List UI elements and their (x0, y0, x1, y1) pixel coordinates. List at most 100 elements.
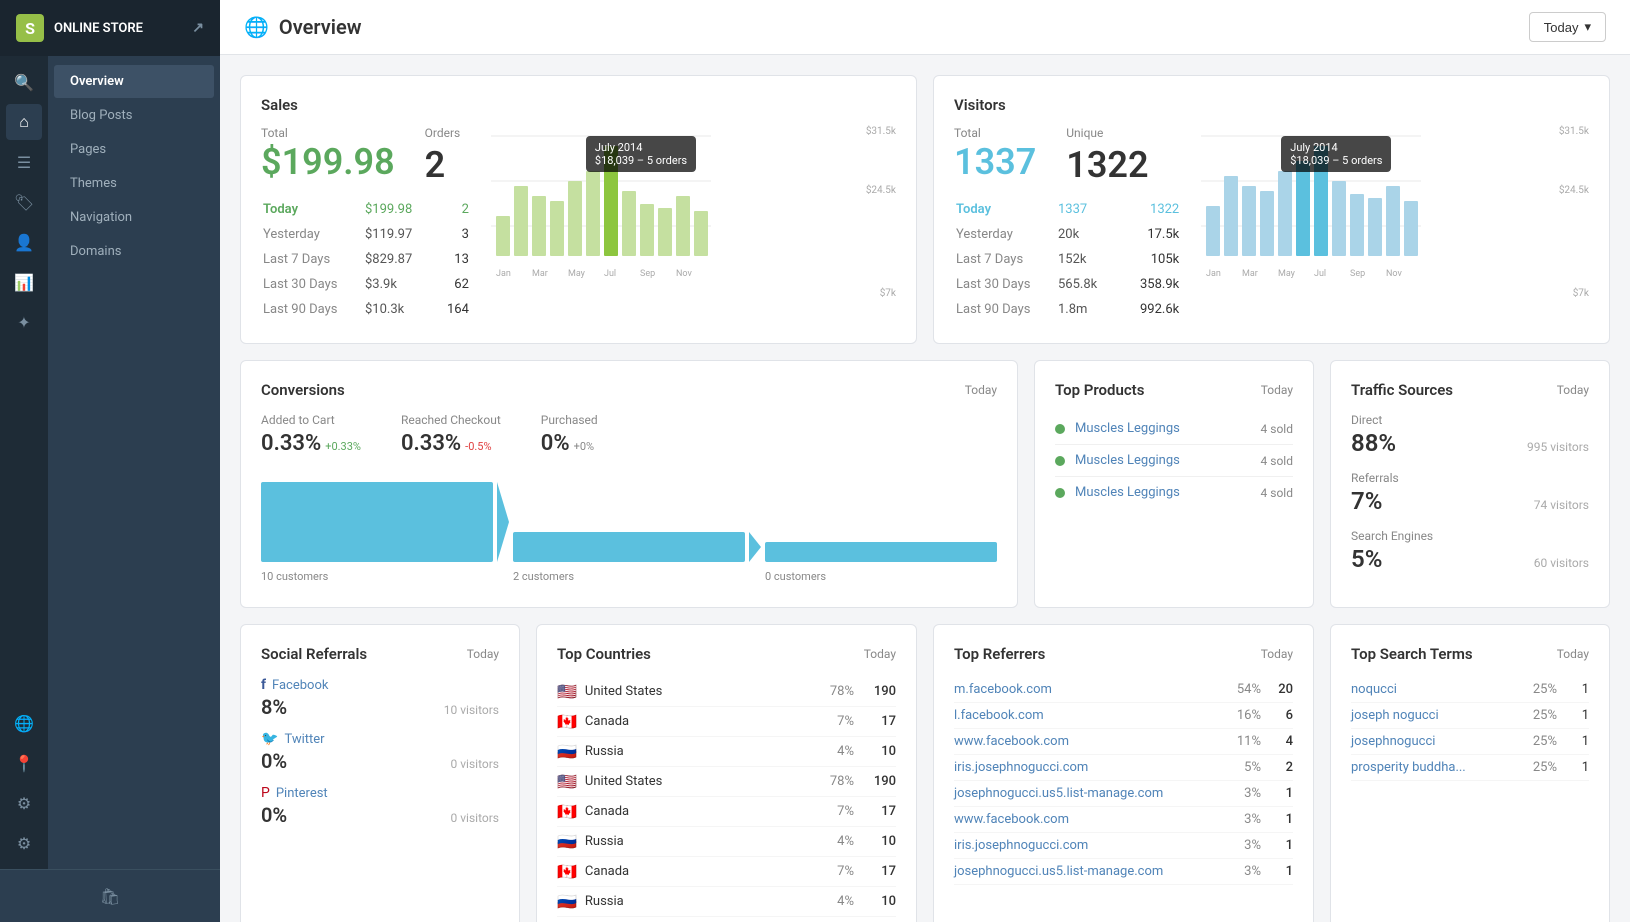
sales-table: Today $199.98 2 Yesterday $119.97 3 Last… (261, 196, 471, 323)
sales-total-30days: $3.9k (365, 273, 445, 296)
traffic-title: Traffic Sources (1351, 381, 1453, 399)
referrer-count-7: 1 (1273, 864, 1293, 879)
analytics-icon[interactable]: 📊 (6, 264, 42, 300)
customers-icon[interactable]: 👤 (6, 224, 42, 260)
sales-stats: Total $199.98 Orders 2 Today $199. (261, 126, 471, 323)
svg-text:Jan: Jan (1206, 269, 1221, 279)
pinterest-icon: P (261, 785, 270, 801)
today-sales-total: $199.98 (261, 144, 395, 180)
referrer-name-4[interactable]: josephnogucci.us5.list-manage.com (954, 786, 1221, 801)
referrer-count-5: 1 (1273, 812, 1293, 827)
countries-list: 🇺🇸 United States 78% 190 🇨🇦 Canada 7% 17… (557, 677, 896, 917)
facebook-icon: f (261, 677, 266, 693)
sidebar-item-navigation[interactable]: Navigation (54, 201, 214, 234)
sidebar-item-pages[interactable]: Pages (54, 133, 214, 166)
sidebar-icon-rail: 🔍 ⌂ ☰ 🏷 👤 📊 ✦ 🌐 📍 ⚙ ⚙ (0, 56, 48, 869)
sidebar-item-blog-posts[interactable]: Blog Posts (54, 99, 214, 132)
referrer-name-6[interactable]: iris.josephnogucci.com (954, 838, 1221, 853)
star-icon[interactable]: ✦ (6, 304, 42, 340)
country-row-3: 🇺🇸 United States 78% 190 (557, 767, 896, 797)
country-name-7: Russia (585, 894, 814, 909)
sales-total-7days: $829.87 (365, 248, 445, 271)
sidebar-item-overview[interactable]: Overview (54, 65, 214, 98)
settings-icon[interactable]: ⚙ (6, 825, 42, 861)
sales-label-yesterday: Yesterday (263, 223, 363, 246)
social-twitter-name[interactable]: Twitter (284, 732, 324, 747)
home-icon[interactable]: ⌂ (6, 104, 42, 140)
globe-sidebar-icon[interactable]: 🌐 (6, 705, 42, 741)
conv-change-cart: +0.33% (325, 440, 361, 453)
country-row-2: 🇷🇺 Russia 4% 10 (557, 737, 896, 767)
social-facebook-visitors: 10 visitors (444, 703, 499, 717)
visitors-chart-y-max: $31.5k (1559, 126, 1589, 137)
referrer-row-6: iris.josephnogucci.com 3% 1 (954, 833, 1293, 859)
visitors-total-yesterday: 20k (1058, 223, 1138, 246)
funnel-bar-2 (513, 532, 745, 562)
visitors-unique-30days: 358.9k (1140, 273, 1179, 296)
product-name-1[interactable]: Muscles Leggings (1075, 453, 1261, 468)
country-row-4: 🇨🇦 Canada 7% 17 (557, 797, 896, 827)
visitors-total-7days: 152k (1058, 248, 1138, 271)
visitors-content: Total 1337 Unique 1322 Today 1337 (954, 126, 1589, 323)
sales-row-yesterday: Yesterday $119.97 3 (263, 223, 469, 246)
referrers-period: Today (1261, 647, 1293, 661)
svg-text:Mar: Mar (532, 269, 548, 279)
sidebar-item-themes[interactable]: Themes (54, 167, 214, 200)
visitors-row-yesterday: Yesterday 20k 17.5k (956, 223, 1179, 246)
search-terms-list: noqucci 25% 1 joseph nogucci 25% 1 josep… (1351, 677, 1589, 781)
product-dot-1 (1055, 456, 1065, 466)
referrers-list: m.facebook.com 54% 20 l.facebook.com 16%… (954, 677, 1293, 885)
tag-icon[interactable]: 🏷 (6, 184, 42, 220)
search-terms-title: Top Search Terms (1351, 645, 1473, 663)
search-term-3[interactable]: prosperity buddha... (1351, 760, 1517, 775)
sales-tooltip-month: July 2014 (595, 141, 687, 154)
visitors-chart-y-mid: $24.5k (1559, 185, 1589, 196)
sidebar-main: 🔍 ⌂ ☰ 🏷 👤 📊 ✦ 🌐 📍 ⚙ ⚙ Overview Blog Post… (0, 56, 220, 869)
referrer-name-0[interactable]: m.facebook.com (954, 682, 1221, 697)
sales-row-7days: Last 7 Days $829.87 13 (263, 248, 469, 271)
country-name-3: United States (585, 774, 814, 789)
sidebar-item-domains[interactable]: Domains (54, 235, 214, 268)
referrer-pct-6: 3% (1221, 838, 1261, 853)
traffic-pct-search: 5% (1351, 545, 1382, 573)
visitors-chart-tooltip: July 2014 $18,039 – 5 orders (1281, 136, 1391, 172)
sales-orders-7days: 13 (447, 248, 469, 271)
location-icon[interactable]: 📍 (6, 745, 42, 781)
referrer-name-1[interactable]: l.facebook.com (954, 708, 1221, 723)
search-icon[interactable]: 🔍 (6, 64, 42, 100)
referrer-name-5[interactable]: www.facebook.com (954, 812, 1221, 827)
product-name-2[interactable]: Muscles Leggings (1075, 485, 1261, 500)
top-products-list: Muscles Leggings 4 sold Muscles Leggings… (1055, 413, 1293, 508)
referrer-count-3: 2 (1273, 760, 1293, 775)
search-row-0: noqucci 25% 1 (1351, 677, 1589, 703)
period-selector-button[interactable]: Today ▾ (1529, 12, 1606, 42)
external-link-icon[interactable]: ↗ (192, 20, 204, 36)
visitors-tooltip-detail: $18,039 – 5 orders (1290, 154, 1382, 167)
referrer-name-3[interactable]: iris.josephnogucci.com (954, 760, 1221, 775)
country-pct-1: 7% (814, 714, 854, 729)
social-pinterest-name[interactable]: Pinterest (276, 786, 328, 801)
referrer-name-2[interactable]: www.facebook.com (954, 734, 1221, 749)
country-flag-3: 🇺🇸 (557, 772, 577, 791)
top-products-period: Today (1261, 383, 1293, 397)
twitter-icon: 🐦 (261, 731, 278, 747)
social-row-facebook: f Facebook 8% 10 visitors (261, 677, 499, 719)
orders-icon[interactable]: ☰ (6, 144, 42, 180)
sales-row-30days: Last 30 Days $3.9k 62 (263, 273, 469, 296)
visitors-title: Visitors (954, 96, 1589, 114)
shopify-bottom-icon[interactable]: 🛍 (92, 878, 128, 914)
visitors-label-yesterday: Yesterday (956, 223, 1056, 246)
country-flag-2: 🇷🇺 (557, 742, 577, 761)
country-row-6: 🇨🇦 Canada 7% 17 (557, 857, 896, 887)
referrer-row-5: www.facebook.com 3% 1 (954, 807, 1293, 833)
svg-text:Nov: Nov (1386, 269, 1402, 279)
search-term-2[interactable]: josephnogucci (1351, 734, 1517, 749)
apps-icon[interactable]: ⚙ (6, 785, 42, 821)
social-facebook-name[interactable]: Facebook (272, 678, 328, 693)
search-term-0[interactable]: noqucci (1351, 682, 1517, 697)
referrer-name-7[interactable]: josephnogucci.us5.list-manage.com (954, 864, 1221, 879)
product-name-0[interactable]: Muscles Leggings (1075, 421, 1261, 436)
sales-chart-y-min: $7k (880, 288, 896, 299)
search-term-1[interactable]: joseph nogucci (1351, 708, 1517, 723)
search-row-3: prosperity buddha... 25% 1 (1351, 755, 1589, 781)
